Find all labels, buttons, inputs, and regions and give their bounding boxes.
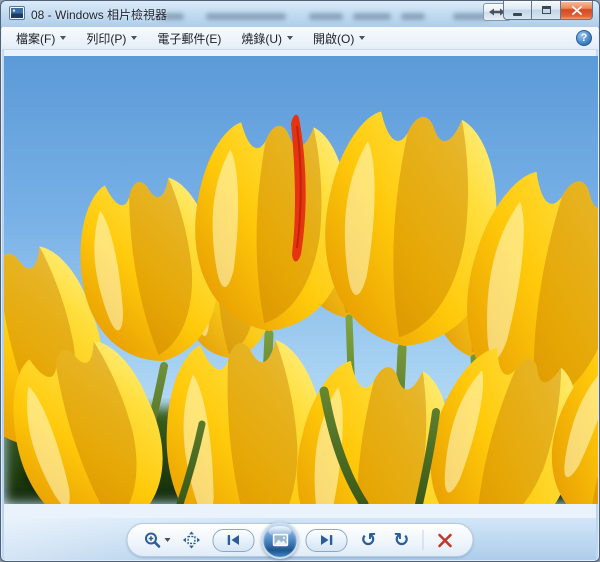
next-button[interactable]	[306, 529, 348, 552]
rotate-ccw-icon: ↺	[361, 531, 377, 550]
menu-open-label: 開啟(O)	[313, 30, 354, 47]
maximize-icon	[542, 6, 551, 14]
menubar: 檔案(F) 列印(P) 電子郵件(E) 燒錄(U) 開啟(O) ?	[2, 27, 598, 50]
slideshow-icon	[272, 533, 289, 547]
menu-burn-label: 燒錄(U)	[241, 30, 282, 47]
menu-file-label: 檔案(F)	[16, 30, 55, 47]
photo-canvas: 黃色鬱金香花田與藍天（yellow tulips against a blue …	[4, 50, 596, 518]
glass-smudge	[309, 13, 343, 20]
delete-icon	[437, 533, 452, 548]
toolbar: ↺ ↻	[127, 523, 474, 557]
chevron-down-icon	[287, 36, 293, 40]
slideshow-button[interactable]	[262, 522, 299, 559]
help-button[interactable]: ?	[576, 30, 592, 46]
menu-email-label: 電子郵件(E)	[157, 30, 221, 47]
menu-file[interactable]: 檔案(F)	[8, 27, 74, 50]
maximize-button[interactable]	[532, 1, 561, 20]
minimize-button[interactable]	[503, 1, 532, 20]
window-title: 08 - Windows 相片檢視器	[31, 6, 167, 23]
magnifier-icon	[144, 531, 162, 549]
menu-email[interactable]: 電子郵件(E)	[149, 27, 229, 50]
glass-smudge	[401, 13, 425, 20]
actual-size-button[interactable]	[180, 527, 204, 553]
caption-buttons	[503, 1, 593, 20]
chevron-down-icon	[165, 538, 171, 542]
menu-burn[interactable]: 燒錄(U)	[233, 27, 301, 50]
previous-icon	[226, 534, 242, 546]
rotate-cw-icon: ↻	[394, 531, 410, 550]
menu-print[interactable]: 列印(P)	[78, 27, 145, 50]
previous-button[interactable]	[213, 529, 255, 552]
minimize-icon	[513, 13, 522, 16]
glass-smudge	[353, 13, 391, 20]
rotate-counterclockwise-button[interactable]: ↺	[357, 527, 381, 553]
photo-viewer-icon[interactable]	[9, 6, 25, 20]
chevron-down-icon	[131, 36, 137, 40]
menu-print-label: 列印(P)	[86, 30, 126, 47]
tulips-photo: 黃色鬱金香花田與藍天（yellow tulips against a blue …	[4, 56, 598, 504]
help-icon: ?	[581, 32, 588, 44]
bottom-chrome: ↺ ↻	[4, 518, 596, 560]
close-button[interactable]	[561, 1, 593, 20]
delete-button[interactable]	[433, 527, 457, 553]
titlebar[interactable]: 08 - Windows 相片檢視器	[1, 1, 599, 28]
rotate-clockwise-button[interactable]: ↻	[390, 527, 414, 553]
screen: 08 - Windows 相片檢視器	[0, 0, 600, 562]
photo-viewer-window: 08 - Windows 相片檢視器	[0, 0, 600, 562]
toolbar-divider	[423, 530, 424, 550]
next-icon	[319, 534, 335, 546]
menu-open[interactable]: 開啟(O)	[305, 27, 373, 50]
chevron-down-icon	[359, 36, 365, 40]
chevron-down-icon	[60, 36, 66, 40]
close-icon	[572, 6, 582, 15]
actual-size-icon	[183, 531, 201, 549]
zoom-button[interactable]	[144, 527, 171, 553]
glass-smudge	[206, 13, 286, 20]
